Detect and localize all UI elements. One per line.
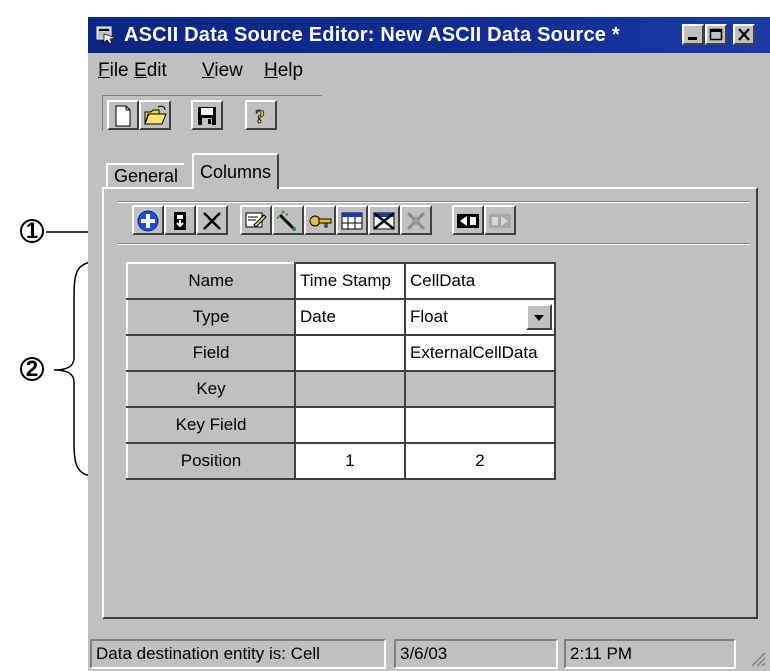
maximize-icon <box>709 28 723 41</box>
cell-key-col2 <box>404 370 556 408</box>
disabled-icon <box>406 211 426 231</box>
menu-edit[interactable]: Edit <box>134 60 167 82</box>
menu-file[interactable]: File <box>98 60 129 82</box>
svg-text:?: ? <box>255 106 265 127</box>
column-properties-grid: Name Time Stamp CellData Type Date Float… <box>126 262 556 480</box>
new-button[interactable] <box>107 100 139 130</box>
table-row: Field ExternalCellData <box>126 334 556 372</box>
disabled-action-button[interactable] <box>400 205 432 235</box>
insert-column-icon <box>174 212 186 230</box>
wand-icon <box>276 210 296 231</box>
row-header-key-field[interactable]: Key Field <box>126 406 296 444</box>
move-right-icon <box>489 214 511 228</box>
open-folder-icon <box>144 105 167 125</box>
toolbar-top-divider <box>118 201 750 203</box>
app-icon <box>96 26 117 44</box>
app-window: ASCII Data Source Editor: New ASCII Data… <box>88 17 770 671</box>
delete-column-button[interactable] <box>196 205 228 235</box>
table-icon <box>341 212 363 230</box>
help-button[interactable]: ? <box>245 100 277 130</box>
help-icon: ? <box>255 106 266 127</box>
type-select[interactable]: Float <box>404 298 556 336</box>
add-column-button[interactable] <box>132 205 164 235</box>
row-header-field[interactable]: Field <box>126 334 296 372</box>
remove-table-icon <box>373 212 395 230</box>
save-button[interactable] <box>191 100 223 130</box>
delete-column-icon <box>203 212 221 230</box>
menu-help[interactable]: Help <box>264 60 303 82</box>
table-row: Key Field <box>126 406 556 444</box>
key-icon <box>309 215 332 228</box>
tab-general[interactable]: General <box>106 163 185 187</box>
wand-button[interactable] <box>272 205 304 235</box>
move-left-icon <box>457 214 479 228</box>
save-icon <box>198 107 216 125</box>
edit-column-icon <box>245 212 267 228</box>
key-button[interactable] <box>304 205 336 235</box>
edit-column-button[interactable] <box>240 205 272 235</box>
move-left-button[interactable] <box>452 205 484 235</box>
minimize-button[interactable] <box>682 24 704 45</box>
status-message: Data destination entity is: Cell <box>90 639 386 669</box>
tab-columns[interactable]: Columns <box>192 153 280 189</box>
cell-key-col1 <box>294 370 406 408</box>
cell-name-col1[interactable]: Time Stamp <box>294 262 406 300</box>
cell-position-col2[interactable]: 2 <box>404 442 556 480</box>
cell-type-col1[interactable]: Date <box>294 298 406 336</box>
row-header-name[interactable]: Name <box>126 262 296 300</box>
callout-1: 1 <box>20 219 44 243</box>
minimize-icon <box>688 37 697 40</box>
toolbar-bottom-divider <box>118 243 750 245</box>
status-date: 3/6/03 <box>394 639 558 669</box>
table-row: Key <box>126 370 556 408</box>
cell-field-col2[interactable]: ExternalCellData <box>404 334 556 372</box>
table-row: Name Time Stamp CellData <box>126 262 556 300</box>
new-file-icon <box>115 105 131 127</box>
maximize-button[interactable] <box>705 24 727 45</box>
add-column-icon <box>137 210 159 232</box>
cell-position-col1[interactable]: 1 <box>294 442 406 480</box>
cell-keyfield-col2[interactable] <box>404 406 556 444</box>
open-button[interactable] <box>139 100 171 130</box>
type-select-value: Float <box>410 307 448 326</box>
cell-field-col1[interactable] <box>294 334 406 372</box>
status-time: 2:11 PM <box>564 639 736 669</box>
insert-column-button[interactable] <box>164 205 196 235</box>
row-header-position[interactable]: Position <box>126 442 296 480</box>
main-toolbar: ? <box>102 95 322 131</box>
cell-name-col2[interactable]: CellData <box>404 262 556 300</box>
window-title: ASCII Data Source Editor: New ASCII Data… <box>124 24 620 46</box>
type-dropdown-button[interactable] <box>526 304 552 330</box>
close-icon <box>738 28 750 41</box>
resize-grip-icon[interactable] <box>748 649 766 667</box>
row-header-type[interactable]: Type <box>126 298 296 336</box>
table-row: Position 1 2 <box>126 442 556 480</box>
title-bar[interactable]: ASCII Data Source Editor: New ASCII Data… <box>88 17 770 53</box>
callout-2: 2 <box>20 357 44 381</box>
cell-keyfield-col1[interactable] <box>294 406 406 444</box>
table-row: Type Date Float <box>126 298 556 336</box>
remove-table-button[interactable] <box>368 205 400 235</box>
table-button[interactable] <box>336 205 368 235</box>
chevron-down-icon <box>534 315 544 321</box>
row-header-key[interactable]: Key <box>126 370 296 408</box>
menu-bar: File Edit View Help <box>88 53 770 87</box>
move-right-button[interactable] <box>484 205 516 235</box>
close-button[interactable] <box>733 24 755 45</box>
menu-view[interactable]: View <box>202 60 243 82</box>
